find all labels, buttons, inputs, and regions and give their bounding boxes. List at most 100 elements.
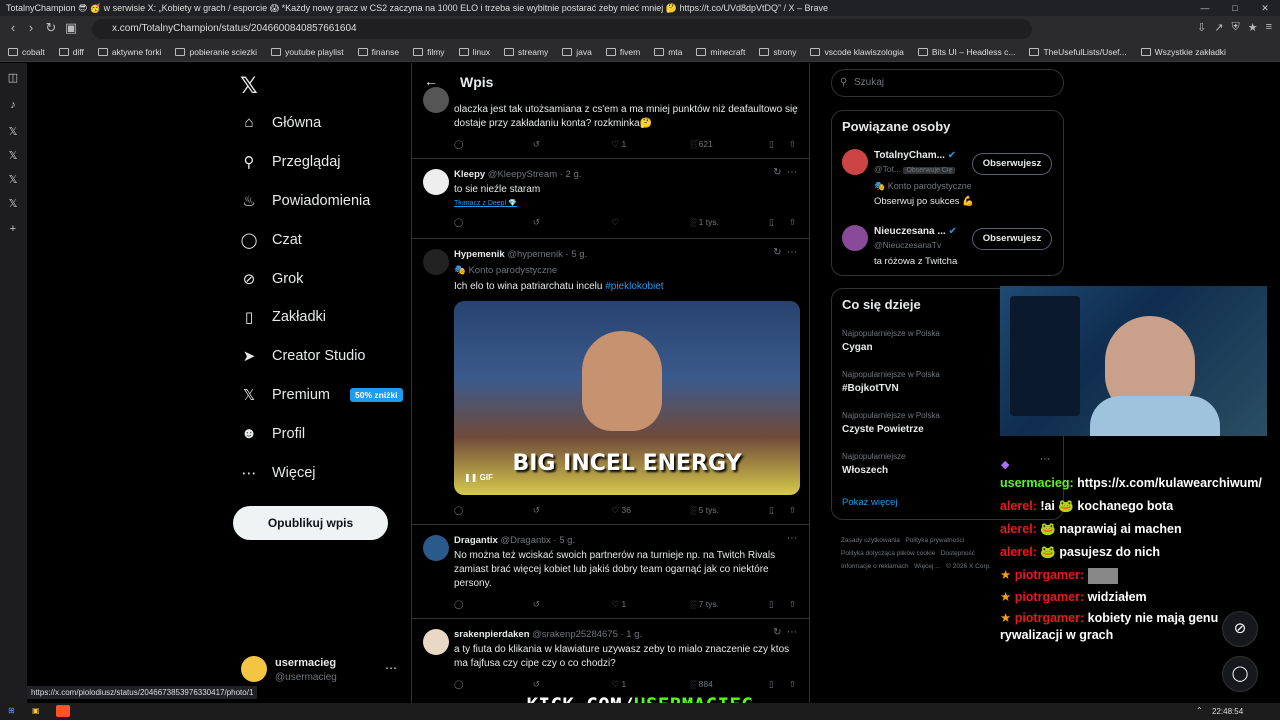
retweet-icon[interactable]: ↺ bbox=[533, 139, 612, 150]
tray-up-icon[interactable]: ⌃ bbox=[1196, 706, 1203, 715]
share-icon[interactable]: ⇧ bbox=[789, 139, 799, 150]
search-input[interactable]: ⚲ Szukaj bbox=[831, 69, 1064, 97]
reply-icon[interactable]: ◯ bbox=[454, 139, 533, 150]
bookmark-item[interactable]: vscode klawiszologia bbox=[810, 47, 904, 57]
retweet-icon[interactable]: ↺ bbox=[533, 679, 612, 690]
like-button[interactable]: ♡ 1 bbox=[612, 139, 691, 150]
person-name[interactable]: Nieuczesana ... ✔ bbox=[874, 226, 957, 237]
avatar[interactable] bbox=[423, 169, 449, 195]
close-icon[interactable]: ✕ bbox=[1250, 0, 1280, 16]
avatar[interactable] bbox=[842, 149, 868, 175]
bookmark-item[interactable]: java bbox=[562, 47, 592, 57]
reply-icon[interactable]: ◯ bbox=[454, 599, 533, 610]
nav-premium[interactable]: 𝕏 Premium 50% zniżki bbox=[240, 386, 403, 404]
menu-icon[interactable]: ≡ bbox=[1266, 21, 1272, 34]
footer-link[interactable]: Zasady użytkowania bbox=[841, 537, 900, 544]
sidebar-panel-icon[interactable]: ◫ bbox=[6, 71, 20, 84]
nav-profile[interactable]: ☻ Profil bbox=[240, 425, 305, 442]
file-explorer-icon[interactable]: ▣ bbox=[32, 706, 40, 715]
bookmark-icon[interactable]: ▯ bbox=[769, 599, 789, 610]
footer-link[interactable]: Więcej ... bbox=[914, 563, 941, 570]
bookmark-item[interactable]: streamy bbox=[504, 47, 548, 57]
avatar[interactable] bbox=[423, 629, 449, 655]
like-button[interactable]: ♡ 1 bbox=[612, 599, 691, 610]
bookmark-item[interactable]: finanse bbox=[357, 47, 399, 57]
footer-link[interactable]: Informacje o reklamach bbox=[841, 563, 909, 570]
download-icon[interactable]: ⇩ bbox=[1197, 21, 1206, 34]
views-button[interactable]: ░ 884 bbox=[690, 679, 769, 690]
share-icon[interactable]: ⇧ bbox=[789, 679, 799, 690]
sidebar-x-tab-icon[interactable]: 𝕏 bbox=[6, 149, 20, 162]
nav-chat[interactable]: ◯ Czat bbox=[240, 231, 302, 249]
share-icon[interactable]: ⇧ bbox=[789, 599, 799, 610]
bookmark-item[interactable]: Wszystkie zakładki bbox=[1140, 47, 1226, 57]
bookmark-item[interactable]: filmy bbox=[413, 47, 445, 57]
more-icon[interactable]: ↻ ⋯ bbox=[773, 627, 797, 638]
footer-link[interactable]: Polityka dotycząca plików cookie bbox=[841, 550, 935, 557]
share-icon[interactable]: ⇧ bbox=[789, 505, 799, 516]
reload-icon[interactable]: ↻ bbox=[42, 20, 60, 36]
following-button[interactable]: Obserwujesz bbox=[972, 153, 1052, 175]
tweet-author[interactable]: Kleepy bbox=[454, 169, 485, 180]
account-menu-icon[interactable]: ⋯ bbox=[385, 661, 397, 675]
bookmark-item[interactable]: mta bbox=[654, 47, 682, 57]
footer-link[interactable]: Dostępność bbox=[941, 550, 975, 557]
extensions-icon[interactable]: ★ bbox=[1248, 21, 1258, 34]
sidebar-x-tab-icon[interactable]: 𝕏 bbox=[6, 197, 20, 210]
translate-link[interactable]: Tłumacz z Deepl 💎 bbox=[454, 197, 799, 211]
back-icon[interactable]: ‹ bbox=[4, 20, 22, 35]
bookmark-icon[interactable]: ▯ bbox=[769, 139, 789, 150]
avatar[interactable] bbox=[423, 87, 449, 113]
bookmark-item[interactable]: strony bbox=[759, 47, 796, 57]
share-icon[interactable]: ⇧ bbox=[789, 217, 799, 228]
footer-link[interactable]: Polityka prywatności bbox=[905, 537, 964, 544]
bookmark-item[interactable]: linux bbox=[458, 47, 490, 57]
sidebar-x-tab-icon[interactable]: 𝕏 bbox=[6, 125, 20, 138]
tweet-author[interactable]: srakenpierdaken bbox=[454, 629, 530, 640]
show-more-link[interactable]: Pokaż więcej bbox=[842, 497, 897, 508]
retweet-icon[interactable]: ↺ bbox=[533, 217, 612, 228]
reply-icon[interactable]: ◯ bbox=[454, 505, 533, 516]
windows-start-icon[interactable]: ⊞ bbox=[8, 706, 15, 715]
more-icon[interactable]: ↻ ⋯ bbox=[773, 247, 797, 258]
tweet[interactable]: Kleepy @KleepyStream · 2 g. ↻ ⋯ to sie n… bbox=[412, 159, 809, 239]
sidebar-x-tab-icon[interactable]: 𝕏 bbox=[6, 173, 20, 186]
like-button[interactable]: ♡ 36 bbox=[612, 505, 691, 516]
tweet[interactable]: Dragantix @Dragantix · 5 g. ⋯ No można t… bbox=[412, 525, 809, 619]
hashtag-link[interactable]: #pieklokobiet bbox=[605, 281, 663, 292]
avatar[interactable] bbox=[241, 656, 267, 682]
tweet[interactable]: olaczka jest tak utożsamiana z cs'em a m… bbox=[412, 87, 809, 159]
retweet-icon[interactable]: ↺ bbox=[533, 505, 612, 516]
tweet[interactable]: srakenpierdaken @srakenp25284675 · 1 g. … bbox=[412, 619, 809, 703]
brave-icon[interactable] bbox=[56, 705, 70, 717]
bookmark-item[interactable]: diff bbox=[58, 47, 84, 57]
minimize-icon[interactable]: — bbox=[1190, 0, 1220, 16]
following-button[interactable]: Obserwujesz bbox=[972, 228, 1052, 250]
grok-icon[interactable]: ⊘ bbox=[1222, 611, 1258, 647]
nav-grok[interactable]: ⊘ Grok bbox=[240, 270, 304, 288]
bookmark-item[interactable]: minecraft bbox=[696, 47, 745, 57]
tweet-author[interactable]: Hypemenik bbox=[454, 249, 505, 260]
avatar[interactable] bbox=[423, 249, 449, 275]
like-button[interactable]: ♡ 1 bbox=[612, 679, 691, 690]
bookmark-icon[interactable]: ▯ bbox=[769, 505, 789, 516]
bookmark-item[interactable]: cobalt bbox=[8, 47, 45, 57]
bookmark-item[interactable]: aktywne forki bbox=[97, 47, 161, 57]
share-icon[interactable]: ↗ bbox=[1214, 21, 1223, 34]
bookmark-icon[interactable]: ▯ bbox=[769, 217, 789, 228]
nav-bookmarks[interactable]: ▯ Zakładki bbox=[240, 308, 326, 326]
shield-icon[interactable]: ⛨ bbox=[1231, 21, 1239, 34]
maximize-icon[interactable]: □ bbox=[1220, 0, 1250, 16]
nav-notifications[interactable]: ♨ Powiadomienia bbox=[240, 192, 370, 210]
bookmark-icon[interactable]: ▣ bbox=[62, 20, 80, 36]
trend-name[interactable]: #BojkotTVN bbox=[842, 383, 899, 394]
post-button[interactable]: Opublikuj wpis bbox=[233, 506, 388, 540]
tweet[interactable]: Hypemenik @hypemenik · 5 g. ↻ ⋯ 🎭 Konto … bbox=[412, 239, 809, 525]
reply-icon[interactable]: ◯ bbox=[454, 679, 533, 690]
person-name[interactable]: TotalnyCham... ✔ bbox=[874, 150, 956, 161]
sidebar-audio-icon[interactable]: ♪ bbox=[6, 99, 20, 111]
more-icon[interactable]: ⋯ bbox=[787, 533, 797, 544]
nav-home[interactable]: ⌂ Główna bbox=[240, 114, 321, 131]
pause-icon[interactable]: ❚❚ bbox=[464, 473, 477, 482]
bookmark-icon[interactable]: ▯ bbox=[769, 679, 789, 690]
